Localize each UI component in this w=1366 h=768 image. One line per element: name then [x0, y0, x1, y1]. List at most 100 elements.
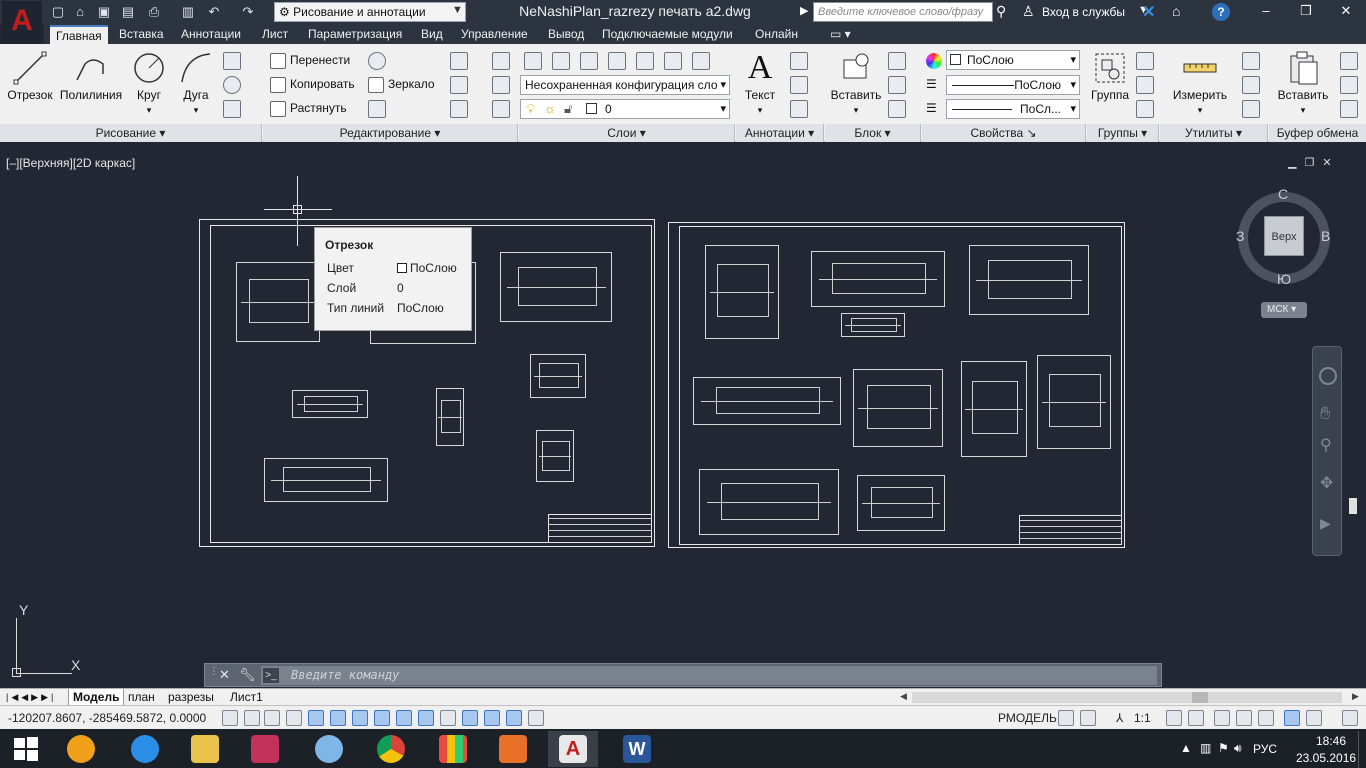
coordinates-readout[interactable]: -120207.8607, -285469.5872, 0.0000	[8, 711, 206, 725]
taskbar-app-ie[interactable]	[120, 731, 170, 767]
calculator-icon[interactable]	[1242, 100, 1260, 118]
offset-icon[interactable]	[492, 100, 510, 118]
object-snap-tracking-icon[interactable]	[374, 710, 390, 726]
annotation-visibility-icon[interactable]	[1166, 710, 1182, 726]
modify-panel-title[interactable]: Редактирование ▾	[263, 124, 518, 142]
layer-freeze-icon[interactable]	[636, 52, 654, 70]
taskbar-app-word[interactable]: W	[612, 731, 662, 767]
infer-constraints-icon[interactable]	[222, 710, 238, 726]
search-input[interactable]: Введите ключевое слово/фразу	[813, 2, 993, 22]
layer-isolate-icon[interactable]	[580, 52, 598, 70]
ungroup-icon[interactable]	[1136, 52, 1154, 70]
plot-icon[interactable]: ⎙	[146, 4, 162, 20]
line-button[interactable]: Отрезок	[6, 50, 54, 102]
chevron-down-icon[interactable]: ▾	[194, 105, 199, 115]
command-input[interactable]: Введите команду	[261, 666, 1157, 685]
dimension-icon[interactable]	[790, 52, 808, 70]
match-icon[interactable]	[1340, 100, 1358, 118]
network-icon[interactable]: ▥	[1200, 741, 1211, 755]
annotation-monitor-icon[interactable]	[528, 710, 544, 726]
quick-view-layouts-icon[interactable]	[1058, 710, 1074, 726]
volume-icon[interactable]: 🔊︎	[1234, 741, 1242, 756]
table-icon[interactable]	[790, 100, 808, 118]
tab-view[interactable]: Вид	[421, 26, 443, 42]
linetype-icon[interactable]: ☰	[926, 77, 937, 91]
arc-button[interactable]: Дуга ▾	[176, 50, 216, 116]
grid-display-icon[interactable]	[264, 710, 280, 726]
tab-output[interactable]: Вывод	[548, 26, 584, 42]
rotate-icon[interactable]	[368, 52, 386, 70]
windows-start-icon[interactable]	[14, 737, 38, 761]
tab-layout-list1[interactable]: Лист1	[226, 689, 267, 706]
compass-north[interactable]: С	[1278, 186, 1288, 202]
block-panel-title[interactable]: Блок ▾	[825, 124, 921, 142]
clock-date[interactable]: 23.05.2016	[1296, 751, 1356, 765]
sun-icon[interactable]: ☼	[544, 101, 556, 116]
polar-tracking-icon[interactable]	[308, 710, 324, 726]
quick-select-icon[interactable]	[1242, 52, 1260, 70]
show-desktop-button[interactable]	[1358, 731, 1366, 768]
viewport-window-controls[interactable]: ▁❐✕	[1288, 156, 1340, 169]
help-icon[interactable]: ?	[1212, 3, 1230, 21]
tab-layout-plan[interactable]: план	[124, 689, 159, 706]
lightbulb-icon[interactable]: 💡︎	[526, 101, 535, 117]
horizontal-scrollbar-track[interactable]	[912, 692, 1342, 703]
workspace-select[interactable]: ⚙ Рисование и аннотации	[274, 2, 466, 22]
tray-arrow-icon[interactable]: ▲	[1180, 741, 1192, 755]
taskbar-app-chrome[interactable]	[366, 731, 416, 767]
stretch-button[interactable]: Растянуть	[270, 98, 347, 118]
annotation-scale-select[interactable]: 1:1	[1134, 711, 1151, 725]
quick-properties-icon[interactable]	[484, 710, 500, 726]
undo-icon[interactable]: ↶	[206, 4, 222, 20]
properties-panel-title[interactable]: Свойства ↘	[922, 124, 1086, 142]
move-button[interactable]: Перенести	[270, 50, 350, 70]
workspace-switching-icon[interactable]	[1214, 710, 1230, 726]
polyline-button[interactable]: Полилиния	[58, 50, 124, 102]
scale-icon[interactable]	[368, 100, 386, 118]
compass-west[interactable]: З	[1236, 228, 1244, 244]
trim-icon[interactable]	[450, 52, 468, 70]
horizontal-scrollbar-thumb[interactable]	[1192, 692, 1208, 703]
wrench-icon[interactable]: 🔧︎	[239, 667, 256, 683]
clean-screen-icon[interactable]	[1342, 710, 1358, 726]
tab-parametric[interactable]: Параметризация	[308, 26, 402, 42]
redo-icon[interactable]: ↷	[240, 4, 256, 20]
autocad-logo-icon[interactable]: A	[2, 1, 42, 43]
copy-clip-icon[interactable]	[1340, 76, 1358, 94]
hardware-acceleration-icon[interactable]	[1258, 710, 1274, 726]
taskbar-app-explorer[interactable]	[180, 731, 230, 767]
dynamic-ucs-icon[interactable]	[396, 710, 412, 726]
save-as-icon[interactable]: ▤	[120, 4, 136, 20]
pan-icon[interactable]: ✋︎	[1320, 403, 1330, 424]
paste-button[interactable]: Вставить ▾	[1274, 50, 1332, 116]
selection-cycling-icon[interactable]	[506, 710, 522, 726]
auto-scale-icon[interactable]	[1188, 710, 1204, 726]
flag-icon[interactable]: ⚑	[1218, 741, 1229, 755]
model-space-toggle[interactable]: РМОДЕЛЬ	[998, 711, 1057, 725]
layers-panel-title[interactable]: Слои ▾	[519, 124, 735, 142]
annotation-scale-icon[interactable]: ⅄	[1116, 711, 1123, 725]
taskbar-app-paint[interactable]	[304, 731, 354, 767]
edit-attributes-icon[interactable]	[888, 100, 906, 118]
lineweight-display-icon[interactable]	[440, 710, 456, 726]
create-block-icon[interactable]	[888, 52, 906, 70]
chevron-right-icon[interactable]: ▶	[800, 4, 808, 17]
compass-south[interactable]: Ю	[1277, 271, 1291, 287]
transparency-icon[interactable]	[462, 710, 478, 726]
layout-nav-arrows[interactable]: |◀◀▶▶|	[2, 689, 60, 706]
erase-icon[interactable]	[492, 52, 510, 70]
minimize-button[interactable]: –	[1246, 0, 1286, 22]
grip-icon[interactable]: ⋮	[209, 666, 219, 677]
color-select[interactable]: ПоСлою	[946, 50, 1080, 70]
close-button[interactable]: ✕	[1326, 0, 1366, 22]
chevron-down-icon[interactable]: ▾	[147, 105, 152, 115]
taskbar-app-puzzle[interactable]	[240, 731, 290, 767]
close-icon[interactable]: ✕	[219, 667, 230, 683]
viewcube-face[interactable]: Верх	[1264, 216, 1304, 256]
fillet-icon[interactable]	[450, 76, 468, 94]
layer-state-icon[interactable]	[552, 52, 570, 70]
layer-color-swatch[interactable]	[586, 103, 597, 114]
steering-wheel-icon[interactable]	[1319, 367, 1337, 385]
object-snap-icon[interactable]	[330, 710, 346, 726]
annotation-panel-title[interactable]: Аннотации ▾	[736, 124, 824, 142]
